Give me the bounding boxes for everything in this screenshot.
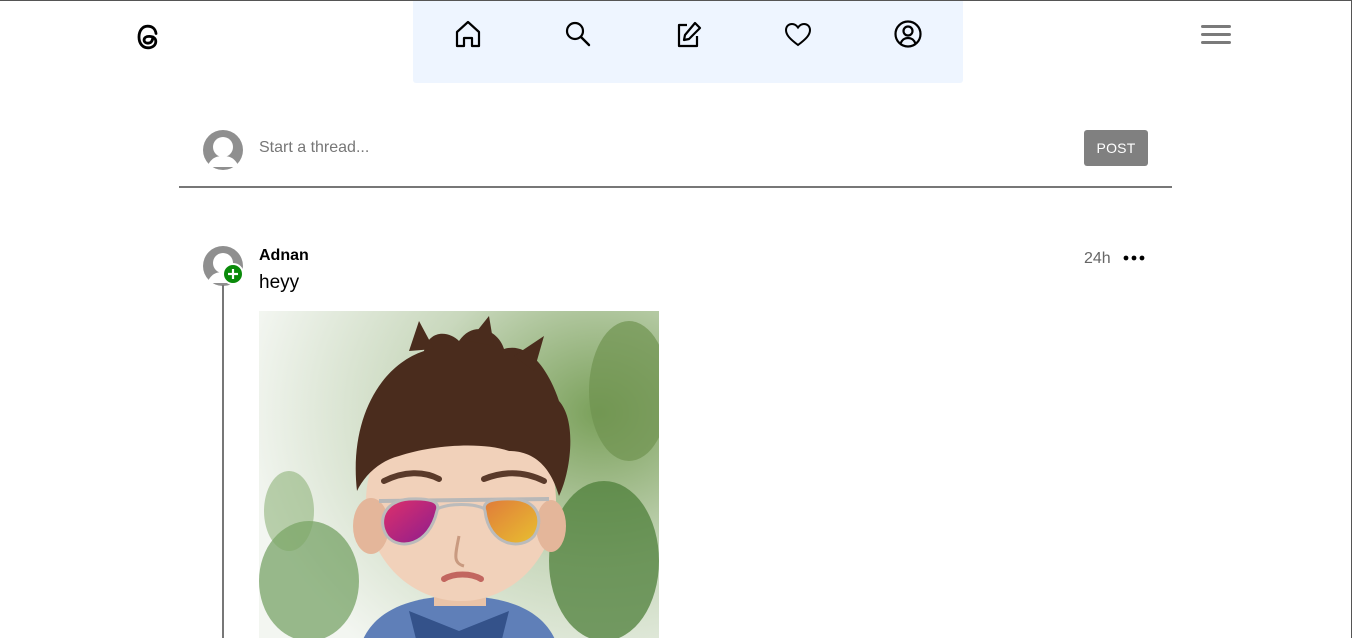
divider <box>179 186 1172 188</box>
page: POST Adnan heyy 24h <box>0 0 1352 638</box>
post-timestamp: 24h <box>1084 250 1111 267</box>
post-image[interactable] <box>259 311 659 638</box>
more-options-icon[interactable] <box>1121 249 1149 267</box>
threads-logo-icon[interactable] <box>132 19 164 55</box>
follow-plus-icon[interactable] <box>222 263 244 285</box>
thread-line <box>222 285 224 638</box>
top-nav <box>413 1 963 83</box>
hamburger-menu-icon[interactable] <box>1201 25 1231 49</box>
home-icon[interactable] <box>453 18 483 50</box>
heart-icon[interactable] <box>783 18 813 50</box>
post-text: heyy <box>259 272 300 293</box>
edit-icon[interactable] <box>673 18 703 50</box>
avatar <box>202 129 244 171</box>
thread-composer-input[interactable] <box>259 136 1059 160</box>
post-username[interactable]: Adnan <box>259 247 309 265</box>
user-circle-icon[interactable] <box>893 18 923 50</box>
search-icon[interactable] <box>563 18 593 50</box>
post-button[interactable]: POST <box>1084 130 1148 166</box>
